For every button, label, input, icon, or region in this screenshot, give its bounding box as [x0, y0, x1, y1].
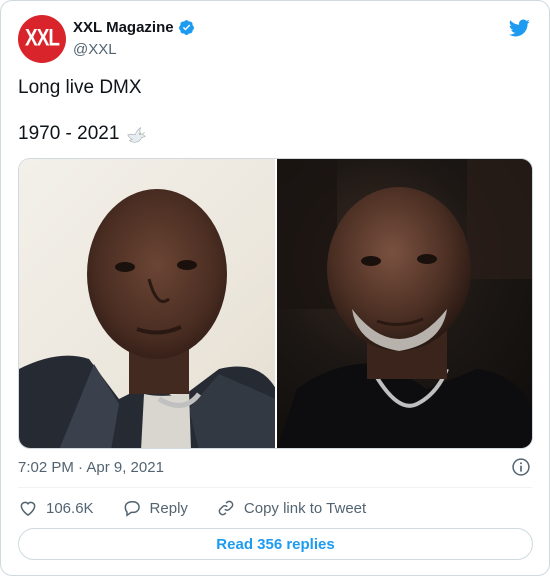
portrait-young-image [19, 189, 275, 448]
media-grid[interactable] [18, 158, 533, 449]
dove-emoji-icon [127, 126, 147, 143]
reply-bubble-icon [124, 501, 140, 517]
tweet-text-line2-row: 1970 - 2021 [18, 122, 147, 145]
verified-badge-icon [178, 20, 194, 35]
info-icon[interactable] [511, 457, 531, 477]
action-bar: 106.6K Reply Copy link to Tweet [18, 498, 394, 518]
twitter-bird-icon[interactable] [507, 17, 531, 39]
tweet-card: XXL XXL Magazine @XXL Long live DMX 1970… [0, 0, 550, 576]
reply-button[interactable]: Reply [122, 498, 188, 518]
avatar[interactable]: XXL [18, 15, 66, 63]
copy-link-label: Copy link to Tweet [243, 499, 367, 517]
copy-link-button[interactable]: Copy link to Tweet [216, 498, 366, 518]
avatar-logo-text: XXL [25, 25, 60, 52]
heart-icon [20, 501, 36, 516]
tweet-text: Long live DMX 1970 - 2021 [18, 76, 147, 145]
author-name-row[interactable]: XXL Magazine [73, 19, 195, 36]
read-replies-button[interactable]: Read 356 replies [18, 528, 533, 560]
like-count: 106.6K [46, 499, 94, 517]
tweet-text-line2: 1970 - 2021 [18, 123, 120, 144]
photo-right[interactable] [277, 159, 532, 448]
reply-label: Reply [149, 499, 188, 517]
link-icon [218, 500, 234, 516]
portrait-older-image [277, 159, 532, 448]
divider [18, 487, 532, 488]
author-handle[interactable]: @XXL [73, 41, 117, 58]
photo-left[interactable] [19, 159, 275, 448]
like-button[interactable]: 106.6K [18, 498, 94, 518]
tweet-timestamp[interactable]: 7:02 PM · Apr 9, 2021 [18, 459, 164, 476]
author-display-name[interactable]: XXL Magazine [73, 19, 174, 36]
tweet-text-line1: Long live DMX [18, 77, 142, 98]
